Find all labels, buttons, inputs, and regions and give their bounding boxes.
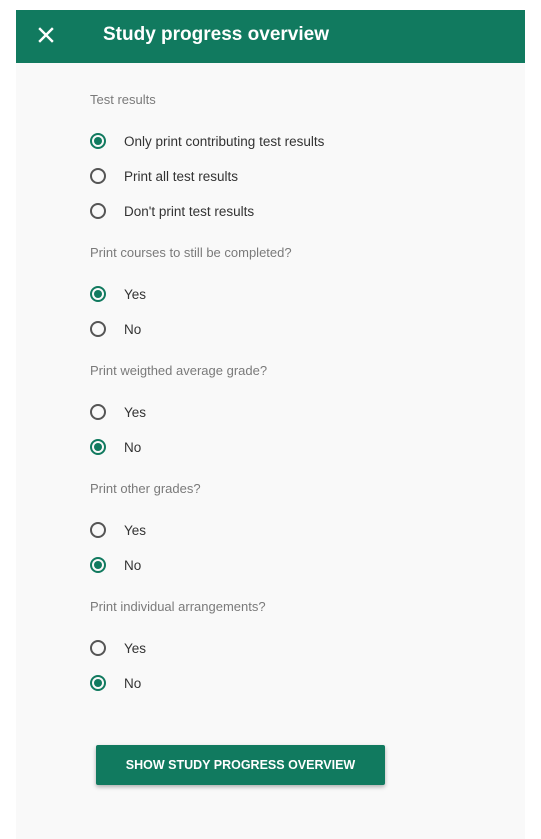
option-label: Don't print test results	[124, 203, 255, 219]
radio-group-courses-to-complete: Print courses to still be completed? Yes…	[90, 243, 510, 341]
option-yes[interactable]: Yes	[90, 282, 510, 306]
radio-group-other-grades: Print other grades? Yes No	[90, 479, 510, 577]
radio-button[interactable]	[90, 168, 106, 184]
options-form: Test results Only print contributing tes…	[90, 90, 510, 715]
radio-button[interactable]	[90, 640, 106, 656]
radio-group-weighted-average: Print weigthed average grade? Yes No	[90, 361, 510, 459]
radio-button[interactable]	[90, 404, 106, 420]
radio-button[interactable]	[90, 557, 106, 573]
group-label-weighted-average: Print weigthed average grade?	[90, 363, 268, 378]
option-label: Only print contributing test results	[124, 133, 325, 149]
option-label: Print all test results	[124, 168, 239, 184]
show-study-progress-button[interactable]: SHOW STUDY PROGRESS OVERVIEW	[96, 745, 385, 785]
option-label: Yes	[124, 404, 147, 420]
option-yes[interactable]: Yes	[90, 400, 510, 424]
dialog-header: Study progress overview	[16, 10, 525, 63]
radio-group-individual-arrangements: Print individual arrangements? Yes No	[90, 597, 510, 695]
radio-button[interactable]	[90, 321, 106, 337]
option-no[interactable]: No	[90, 553, 510, 577]
group-label-test-results: Test results	[90, 92, 156, 107]
radio-button[interactable]	[90, 203, 106, 219]
radio-button[interactable]	[90, 439, 106, 455]
option-label: No	[124, 321, 142, 337]
study-progress-dialog: Study progress overview Test results Onl…	[16, 10, 525, 839]
close-icon[interactable]	[34, 23, 58, 47]
option-dont-print[interactable]: Don't print test results	[90, 199, 510, 223]
option-label: No	[124, 439, 142, 455]
option-label: Yes	[124, 522, 147, 538]
option-only-contributing[interactable]: Only print contributing test results	[90, 129, 510, 153]
group-label-individual-arrangements: Print individual arrangements?	[90, 599, 266, 614]
option-label: Yes	[124, 640, 147, 656]
radio-button[interactable]	[90, 133, 106, 149]
group-label-courses-to-complete: Print courses to still be completed?	[90, 245, 292, 260]
radio-button[interactable]	[90, 522, 106, 538]
option-label: No	[124, 557, 142, 573]
option-no[interactable]: No	[90, 317, 510, 341]
option-yes[interactable]: Yes	[90, 518, 510, 542]
option-no[interactable]: No	[90, 435, 510, 459]
radio-button[interactable]	[90, 286, 106, 302]
radio-button[interactable]	[90, 675, 106, 691]
radio-group-test-results: Test results Only print contributing tes…	[90, 90, 510, 223]
option-label: Yes	[124, 286, 147, 302]
option-print-all[interactable]: Print all test results	[90, 164, 510, 188]
option-label: No	[124, 675, 142, 691]
option-yes[interactable]: Yes	[90, 636, 510, 660]
option-no[interactable]: No	[90, 671, 510, 695]
dialog-title: Study progress overview	[103, 24, 329, 45]
group-label-other-grades: Print other grades?	[90, 481, 201, 496]
